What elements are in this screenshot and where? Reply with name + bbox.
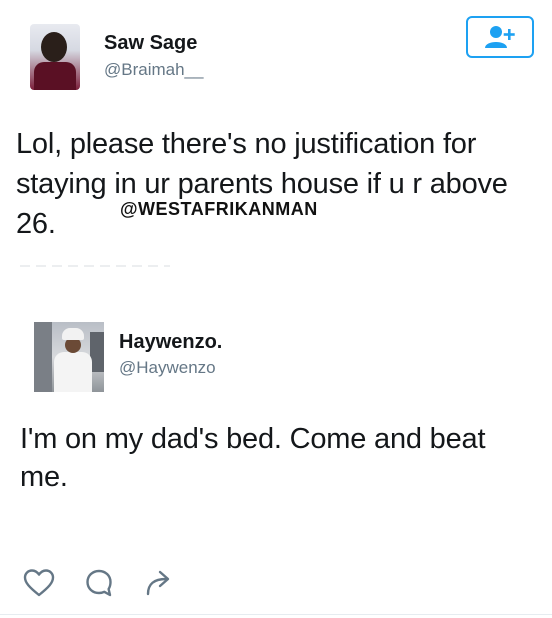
divider	[20, 265, 170, 267]
follow-button[interactable]	[466, 16, 534, 58]
tweet-actions	[22, 566, 202, 600]
share-arrow-icon	[146, 570, 170, 596]
like-button[interactable]	[22, 566, 56, 600]
display-name[interactable]: Saw Sage	[104, 32, 197, 55]
tweet-screenshot: Saw Sage @Braimah__ Lol, please there's …	[0, 0, 552, 618]
share-button[interactable]	[142, 566, 176, 600]
user-handle[interactable]: @Braimah__	[104, 60, 203, 80]
tweet-text: Lol, please there's no justification for…	[16, 128, 508, 240]
watermark: @WESTAFRIKANMAN	[120, 199, 318, 219]
tweet-text: I'm on my dad's bed. Come and beat me.	[20, 423, 486, 493]
heart-icon	[23, 569, 55, 597]
display-name[interactable]: Haywenzo.	[119, 331, 222, 354]
add-user-icon	[485, 26, 515, 48]
divider	[0, 614, 552, 615]
avatar[interactable]	[30, 24, 80, 90]
avatar[interactable]	[34, 322, 104, 392]
user-handle[interactable]: @Haywenzo	[119, 358, 216, 378]
reply-button[interactable]	[82, 566, 116, 600]
reply-icon	[86, 569, 112, 597]
